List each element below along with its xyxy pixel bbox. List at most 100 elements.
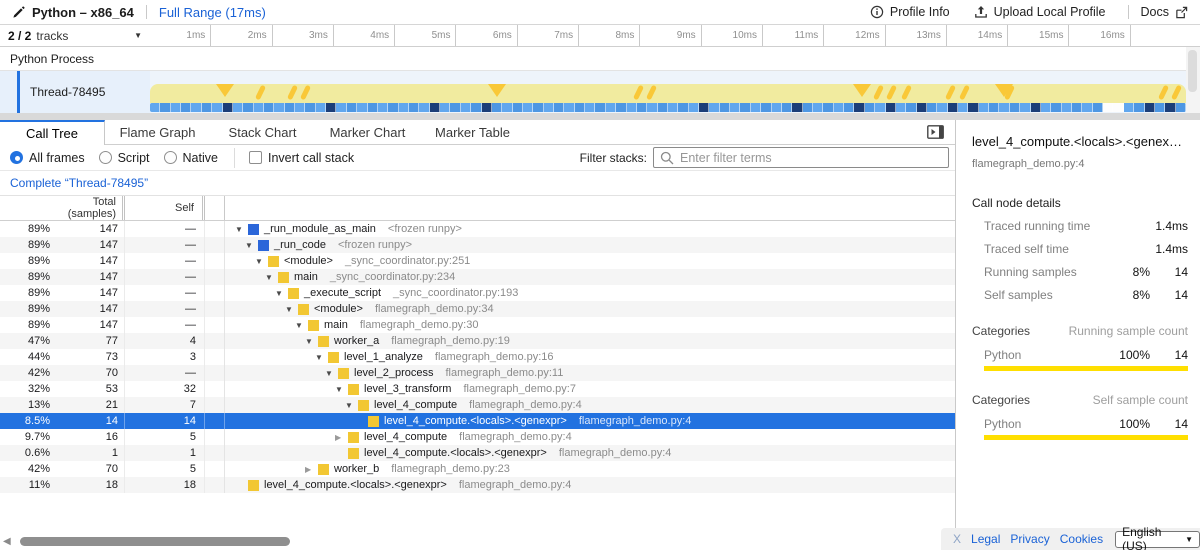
- tab-flame-graph[interactable]: Flame Graph: [105, 120, 210, 145]
- footer-link-legal[interactable]: Legal: [971, 532, 1000, 546]
- language-select[interactable]: English (US) ▼: [1115, 531, 1200, 548]
- self-cell: 1: [125, 445, 205, 461]
- table-row[interactable]: 11%1818level_4_compute.<locals>.<genexpr…: [0, 477, 955, 493]
- expand-toggle-icon[interactable]: ▼: [235, 225, 248, 234]
- tab-label: Stack Chart: [229, 125, 297, 140]
- breadcrumb[interactable]: Complete “Thread-78495”: [10, 176, 148, 190]
- category-pct: 100%: [1108, 348, 1150, 362]
- table-row[interactable]: 89%147—▼main_sync_coordinator.py:234: [0, 269, 955, 285]
- total-percent: 13%: [0, 399, 50, 411]
- tab-marker-chart[interactable]: Marker Chart: [315, 120, 420, 145]
- expand-toggle-icon[interactable]: ▼: [315, 353, 328, 362]
- scroll-left-icon[interactable]: ◀: [3, 536, 11, 547]
- total-cell: 13%21: [0, 397, 125, 413]
- metric-row: Traced running time1.4ms: [972, 219, 1188, 233]
- profile-info-button[interactable]: Profile Info: [870, 5, 950, 19]
- sample-segment: [1062, 103, 1072, 112]
- total-cell: 42%70: [0, 365, 125, 381]
- expand-toggle-icon[interactable]: ▼: [295, 321, 308, 330]
- expand-toggle-icon[interactable]: ▼: [285, 305, 298, 314]
- function-name: worker_a: [334, 335, 379, 347]
- horizontal-scrollbar-thumb[interactable]: [20, 537, 290, 546]
- sidebar-toggle-button[interactable]: [925, 124, 945, 140]
- table-row[interactable]: 32%5332▼level_3_transformflamegraph_demo…: [0, 381, 955, 397]
- tracks-vertical-scrollbar[interactable]: [1186, 47, 1200, 120]
- total-percent: 8.5%: [0, 415, 50, 427]
- column-self[interactable]: Self: [125, 196, 205, 220]
- sample-segment: [999, 103, 1009, 112]
- category-square-icon: [248, 480, 259, 491]
- total-percent: 89%: [0, 319, 50, 331]
- footer-link-x[interactable]: X: [953, 532, 961, 546]
- table-row[interactable]: 44%733▼level_1_analyzeflamegraph_demo.py…: [0, 349, 955, 365]
- expand-toggle-icon[interactable]: ▼: [325, 369, 338, 378]
- tab-call-tree[interactable]: Call Tree: [0, 120, 105, 145]
- edit-pencil-icon[interactable]: [12, 6, 25, 19]
- expand-toggle-icon[interactable]: ▼: [255, 257, 268, 266]
- docs-button[interactable]: Docs: [1141, 5, 1188, 19]
- expand-toggle-icon[interactable]: ▼: [345, 401, 358, 410]
- radio-native[interactable]: Native: [164, 151, 218, 165]
- expand-toggle-icon[interactable]: ▼: [245, 241, 258, 250]
- table-row[interactable]: 89%147—▼mainflamegraph_demo.py:30: [0, 317, 955, 333]
- footer-link-privacy[interactable]: Privacy: [1010, 532, 1049, 546]
- filter-input[interactable]: [653, 147, 949, 168]
- table-row[interactable]: 89%147—▼_run_code<frozen runpy>: [0, 237, 955, 253]
- table-row[interactable]: 0.6%11level_4_compute.<locals>.<genexpr>…: [0, 445, 955, 461]
- tab-stack-chart[interactable]: Stack Chart: [210, 120, 315, 145]
- table-row[interactable]: 8.5%1414level_4_compute.<locals>.<genexp…: [0, 413, 955, 429]
- metric-row: Running samples8%14: [972, 265, 1188, 279]
- function-cell: ▼main_sync_coordinator.py:234: [225, 269, 955, 285]
- expand-toggle-icon[interactable]: ▼: [335, 385, 348, 394]
- profile-name[interactable]: Python – x86_64: [32, 5, 134, 20]
- sample-segment: [575, 103, 585, 112]
- total-count: 16: [50, 431, 124, 443]
- expand-toggle-icon[interactable]: ▶: [305, 465, 318, 474]
- table-row[interactable]: 42%705▶worker_bflamegraph_demo.py:23: [0, 461, 955, 477]
- thread-track-label[interactable]: Thread-78495: [0, 71, 150, 113]
- total-count: 147: [50, 287, 124, 299]
- function-cell: level_4_compute.<locals>.<genexpr>flameg…: [225, 413, 955, 429]
- call-tree-header: Total (samples) Self: [0, 196, 955, 221]
- expand-toggle-icon[interactable]: ▼: [265, 273, 278, 282]
- invert-call-stack-checkbox[interactable]: Invert call stack: [249, 151, 354, 165]
- marker-triangle-icon: [216, 84, 234, 97]
- icon-cell: [205, 461, 225, 477]
- sample-segment: [989, 103, 999, 112]
- total-cell: 11%18: [0, 477, 125, 493]
- vertical-scrollbar-thumb[interactable]: [1188, 50, 1197, 92]
- samples-strip[interactable]: [150, 103, 1186, 112]
- table-row[interactable]: 13%217▼level_4_computeflamegraph_demo.py…: [0, 397, 955, 413]
- function-cell: ▼_run_code<frozen runpy>: [225, 237, 955, 253]
- process-track-header[interactable]: Python Process: [0, 47, 1200, 71]
- footer-link-cookies[interactable]: Cookies: [1060, 532, 1103, 546]
- tab-marker-table[interactable]: Marker Table: [420, 120, 525, 145]
- table-row[interactable]: 89%147—▼<module>flamegraph_demo.py:34: [0, 301, 955, 317]
- breadcrumb-row: Complete “Thread-78495”: [0, 171, 955, 196]
- expand-toggle-icon[interactable]: ▼: [305, 337, 318, 346]
- info-icon: [870, 5, 884, 19]
- table-row[interactable]: 42%70—▼level_2_processflamegraph_demo.py…: [0, 365, 955, 381]
- tracks-dropdown[interactable]: 2 / 2 tracks ▼: [0, 25, 150, 46]
- icon-cell: [205, 413, 225, 429]
- table-row[interactable]: 89%147—▼<module>_sync_coordinator.py:251: [0, 253, 955, 269]
- radio-script[interactable]: Script: [99, 151, 150, 165]
- column-total[interactable]: Total (samples): [0, 196, 125, 220]
- sidebar-toggle-icon: [927, 125, 944, 139]
- thread-track-canvas[interactable]: [150, 71, 1186, 113]
- table-row[interactable]: 89%147—▼_execute_script_sync_coordinator…: [0, 285, 955, 301]
- expand-toggle-icon[interactable]: ▼: [275, 289, 288, 298]
- expand-toggle-icon[interactable]: ▶: [335, 433, 348, 442]
- radio-all-frames[interactable]: All frames: [10, 151, 85, 165]
- total-cell: 42%70: [0, 461, 125, 477]
- full-range-button[interactable]: Full Range (17ms): [159, 5, 266, 20]
- total-count: 70: [50, 367, 124, 379]
- sample-segment: [792, 103, 802, 112]
- upload-profile-button[interactable]: Upload Local Profile: [974, 5, 1106, 19]
- table-row[interactable]: 47%774▼worker_aflamegraph_demo.py:19: [0, 333, 955, 349]
- metric-value: 1.4ms: [1130, 242, 1188, 256]
- table-row[interactable]: 89%147—▼_run_module_as_main<frozen runpy…: [0, 221, 955, 237]
- table-row[interactable]: 9.7%165▶level_4_computeflamegraph_demo.p…: [0, 429, 955, 445]
- sample-segment: [803, 103, 813, 112]
- self-cell: —: [125, 221, 205, 237]
